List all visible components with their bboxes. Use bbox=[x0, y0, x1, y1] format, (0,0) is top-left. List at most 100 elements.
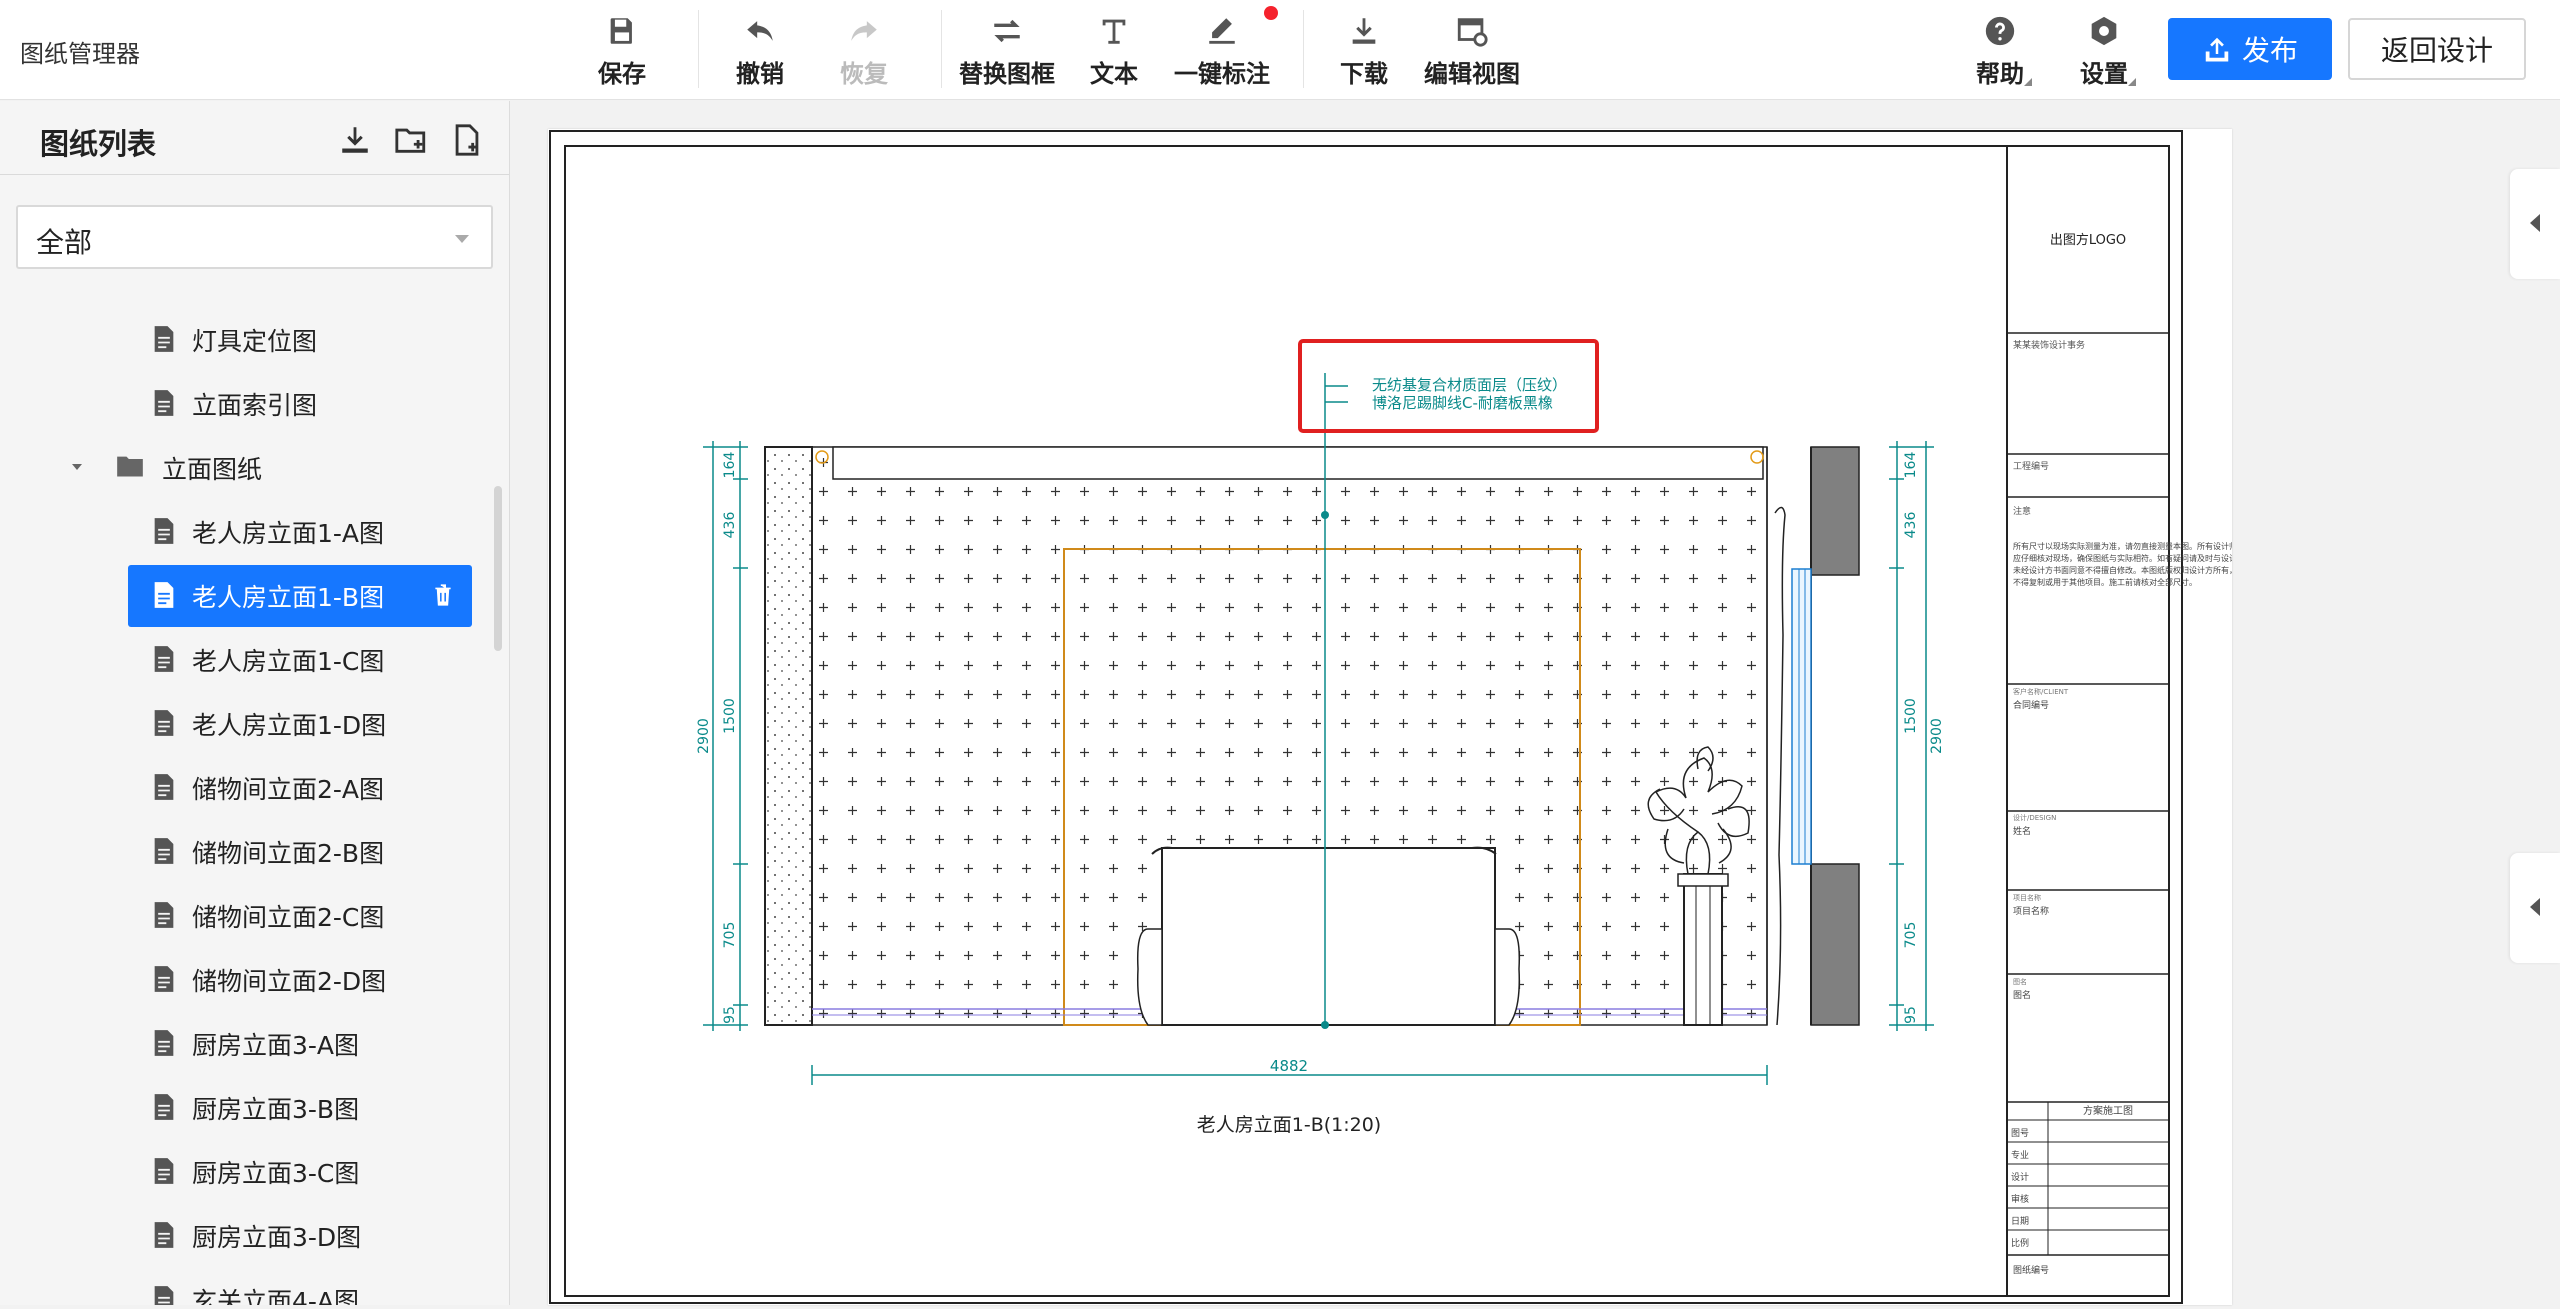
tree-file-item[interactable]: 储物间立面2-D图 bbox=[0, 952, 500, 1006]
elevation-drawing: 图号专业设计审核日期比例 出图方LOGO 某某装饰设计事务 工程编号 注意 所有… bbox=[549, 130, 2269, 1304]
toolbar-divider bbox=[1303, 10, 1304, 88]
svg-text:图名: 图名 bbox=[2013, 989, 2031, 1001]
svg-text:某某装饰设计事务: 某某装饰设计事务 bbox=[2013, 339, 2085, 351]
dropdown-corner-icon bbox=[2128, 78, 2136, 86]
svg-text:未经设计方书面同意不得擅自修改。本图纸版权归设计方所有，: 未经设计方书面同意不得擅自修改。本图纸版权归设计方所有， bbox=[2013, 565, 2232, 575]
tree-file-item[interactable]: 老人房立面1-C图 bbox=[0, 632, 500, 686]
tree-file-item[interactable]: 老人房立面1-A图 bbox=[0, 504, 500, 558]
toolbar-divider bbox=[698, 10, 699, 88]
svg-text:705: 705 bbox=[722, 922, 738, 949]
svg-text:应仔细核对现场，确保图纸与实际相符。如有疑问请及时与设计方联: 应仔细核对现场，确保图纸与实际相符。如有疑问请及时与设计方联系， bbox=[2013, 553, 2232, 563]
title-block-row-label: 图号 bbox=[2011, 1128, 2029, 1139]
svg-text:注意: 注意 bbox=[2013, 505, 2031, 517]
plant-stand bbox=[1683, 873, 1723, 1026]
file-icon bbox=[154, 518, 174, 544]
right-panel-toggle-top[interactable] bbox=[2510, 169, 2560, 279]
sidebar-scrollbar[interactable] bbox=[494, 486, 502, 651]
redo-button[interactable]: 恢复 bbox=[838, 14, 890, 90]
file-icon bbox=[154, 1222, 174, 1248]
gear-icon bbox=[2091, 16, 2117, 46]
left-wall-section bbox=[764, 446, 813, 1026]
curtain bbox=[1774, 506, 1786, 1026]
svg-text:1500: 1500 bbox=[722, 698, 738, 734]
file-icon bbox=[154, 774, 174, 800]
publish-button[interactable]: 发布 bbox=[2168, 18, 2332, 80]
tree-file-item[interactable]: 储物间立面2-C图 bbox=[0, 888, 500, 942]
right-column-bottom bbox=[1810, 863, 1860, 1026]
logo-placeholder: 出图方LOGO bbox=[2050, 232, 2126, 248]
pen-icon bbox=[1209, 18, 1235, 44]
window-glass bbox=[1791, 568, 1812, 865]
text-button[interactable]: 文本 bbox=[1088, 14, 1140, 90]
undo-icon bbox=[747, 21, 773, 41]
settings-button[interactable]: 设置 bbox=[2078, 14, 2130, 90]
nightstand-left bbox=[1136, 928, 1163, 1026]
tree-file-item[interactable]: 立面索引图 bbox=[0, 376, 500, 430]
undo-button[interactable]: 撤销 bbox=[734, 14, 786, 90]
svg-text:项目名称: 项目名称 bbox=[2013, 893, 2041, 902]
file-icon bbox=[154, 1030, 174, 1056]
folder-icon bbox=[117, 456, 143, 477]
new-file-icon[interactable] bbox=[450, 123, 484, 157]
file-icon bbox=[154, 1158, 174, 1184]
redo-icon bbox=[851, 21, 877, 41]
svg-text:436: 436 bbox=[722, 512, 738, 539]
svg-text:2900: 2900 bbox=[696, 718, 712, 754]
help-icon bbox=[1985, 16, 2015, 46]
sidebar-header: 图纸列表 bbox=[0, 101, 509, 175]
tree-file-item[interactable]: 厨房立面3-A图 bbox=[0, 1016, 500, 1070]
replace-frame-button[interactable]: 替换图框 bbox=[957, 14, 1057, 90]
download-icon[interactable] bbox=[338, 123, 372, 157]
app-title: 图纸管理器 bbox=[20, 40, 140, 68]
title-block-row-label: 日期 bbox=[2011, 1216, 2029, 1227]
edit-view-button[interactable]: 编辑视图 bbox=[1422, 14, 1522, 90]
tree-file-item[interactable]: 储物间立面2-B图 bbox=[0, 824, 500, 878]
save-button[interactable]: 保存 bbox=[597, 14, 647, 90]
sidebar-title: 图纸列表 bbox=[40, 127, 157, 161]
svg-text:客户名称/CLIENT: 客户名称/CLIENT bbox=[2013, 687, 2069, 696]
ceiling-cornice bbox=[832, 446, 1764, 480]
file-icon bbox=[154, 646, 174, 672]
chevron-left-icon bbox=[2530, 898, 2540, 916]
svg-text:1500: 1500 bbox=[1903, 698, 1919, 734]
auto-annotate-button[interactable]: 一键标注 bbox=[1172, 14, 1272, 90]
new-folder-icon[interactable] bbox=[394, 123, 428, 157]
file-icon bbox=[154, 582, 174, 608]
caret-down-icon[interactable] bbox=[70, 460, 84, 474]
svg-text:2900: 2900 bbox=[1929, 718, 1945, 754]
back-to-design-button[interactable]: 返回设计 bbox=[2348, 18, 2526, 80]
chevron-down-icon bbox=[455, 235, 469, 243]
title-block-row-label: 专业 bbox=[2011, 1149, 2029, 1161]
help-button[interactable]: 帮助 bbox=[1974, 14, 2026, 90]
tree-file-item[interactable]: 灯具定位图 bbox=[0, 312, 500, 366]
svg-text:工程编号: 工程编号 bbox=[2013, 460, 2049, 472]
svg-text:图纸编号: 图纸编号 bbox=[2013, 1264, 2049, 1276]
file-icon bbox=[154, 838, 174, 864]
tree-folder[interactable]: 立面图纸 bbox=[0, 440, 500, 494]
right-panel-toggle-bottom[interactable] bbox=[2510, 853, 2560, 963]
bed bbox=[1161, 847, 1496, 1026]
tree-file-item[interactable]: 厨房立面3-D图 bbox=[0, 1208, 500, 1262]
download-icon bbox=[1352, 18, 1376, 44]
trash-icon[interactable] bbox=[432, 583, 454, 607]
svg-text:164: 164 bbox=[722, 452, 738, 479]
svg-text:164: 164 bbox=[1903, 452, 1919, 479]
svg-text:合同编号: 合同编号 bbox=[2013, 699, 2049, 711]
notification-dot bbox=[1264, 6, 1278, 20]
category-filter-select[interactable]: 全部 bbox=[16, 205, 493, 269]
file-icon bbox=[154, 390, 174, 416]
file-icon bbox=[154, 326, 174, 352]
tree-file-item[interactable]: 厨房立面3-C图 bbox=[0, 1144, 500, 1198]
tree-file-item[interactable]: 老人房立面1-B图 bbox=[0, 565, 500, 627]
tree-file-item[interactable]: 玄关立面4-A图 bbox=[0, 1272, 500, 1305]
drawing-sheet[interactable]: 图号 专业 设计 审核 日期 比例 出图方LOGO 某某装饰设计事务 工程编号 注意 所有… bbox=[548, 129, 2269, 1305]
dropdown-corner-icon bbox=[2024, 78, 2032, 86]
tree-file-item[interactable]: 老人房立面1-D图 bbox=[0, 696, 500, 750]
svg-text:不得复制或用于其他项目。施工前请核对全部尺寸。: 不得复制或用于其他项目。施工前请核对全部尺寸。 bbox=[2013, 577, 2197, 587]
tree-file-item[interactable]: 储物间立面2-A图 bbox=[0, 760, 500, 814]
svg-text:设计/DESIGN: 设计/DESIGN bbox=[2013, 813, 2056, 822]
tree-file-item[interactable]: 厨房立面3-B图 bbox=[0, 1080, 500, 1134]
svg-text:705: 705 bbox=[1903, 922, 1919, 949]
file-icon bbox=[154, 1286, 174, 1305]
download-button[interactable]: 下载 bbox=[1338, 14, 1390, 90]
